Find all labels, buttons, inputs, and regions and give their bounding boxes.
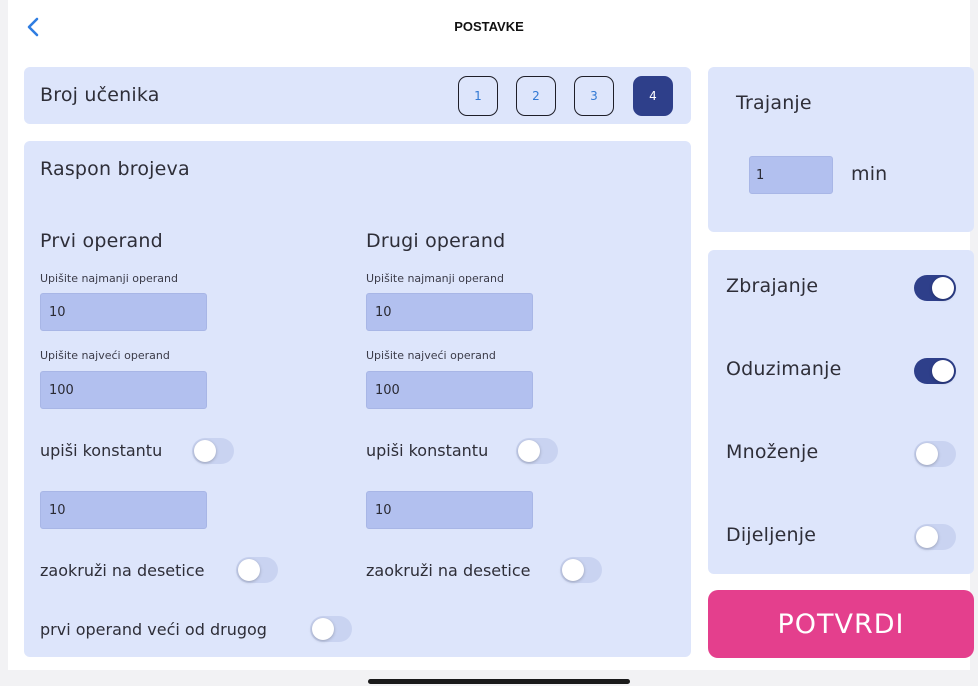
second-max-input[interactable] bbox=[366, 371, 533, 409]
first-min-label: Upišite najmanji operand bbox=[40, 272, 178, 285]
duration-unit: min bbox=[851, 163, 888, 185]
page-title: POSTAVKE bbox=[454, 19, 524, 34]
students-option-1[interactable]: 1 bbox=[458, 76, 498, 116]
first-greater-label: prvi operand veći od drugog bbox=[40, 620, 267, 639]
second-max-label: Upišite najveći operand bbox=[366, 349, 496, 362]
operation-label-multiplication: Množenje bbox=[726, 441, 819, 463]
first-constant-label: upiši konstantu bbox=[40, 441, 163, 460]
students-option-4[interactable]: 4 bbox=[633, 76, 673, 116]
duration-input[interactable] bbox=[749, 156, 833, 194]
students-panel: Broj učenika 1 2 3 4 bbox=[24, 67, 691, 124]
range-title: Raspon brojeva bbox=[40, 158, 190, 180]
confirm-button[interactable]: POTVRDI bbox=[708, 590, 974, 658]
second-min-label: Upišite najmanji operand bbox=[366, 272, 504, 285]
first-greater-toggle[interactable] bbox=[310, 616, 352, 642]
subtraction-toggle[interactable] bbox=[914, 358, 956, 384]
first-max-label: Upišite najveći operand bbox=[40, 349, 170, 362]
second-constant-toggle[interactable] bbox=[516, 438, 558, 464]
first-min-input[interactable] bbox=[40, 293, 207, 331]
students-option-3[interactable]: 3 bbox=[574, 76, 614, 116]
home-indicator bbox=[368, 679, 630, 684]
second-min-input[interactable] bbox=[366, 293, 533, 331]
second-round-label: zaokruži na desetice bbox=[366, 561, 531, 580]
first-round-label: zaokruži na desetice bbox=[40, 561, 205, 580]
students-label: Broj učenika bbox=[40, 84, 160, 106]
division-toggle[interactable] bbox=[914, 524, 956, 550]
first-max-input[interactable] bbox=[40, 371, 207, 409]
multiplication-toggle[interactable] bbox=[914, 441, 956, 467]
second-constant-input[interactable] bbox=[366, 491, 533, 529]
top-bar: POSTAVKE bbox=[8, 0, 970, 56]
second-operand-title: Drugi operand bbox=[366, 230, 506, 252]
range-panel: Raspon brojeva Prvi operand Upišite najm… bbox=[24, 141, 691, 657]
second-round-toggle[interactable] bbox=[560, 557, 602, 583]
first-constant-input[interactable] bbox=[40, 491, 207, 529]
first-constant-toggle[interactable] bbox=[192, 438, 234, 464]
operation-label-division: Dijeljenje bbox=[726, 524, 817, 546]
second-constant-label: upiši konstantu bbox=[366, 441, 489, 460]
addition-toggle[interactable] bbox=[914, 275, 956, 301]
first-operand-title: Prvi operand bbox=[40, 230, 163, 252]
operations-panel: Zbrajanje Oduzimanje Množenje Dijeljenje bbox=[708, 250, 974, 574]
first-round-toggle[interactable] bbox=[236, 557, 278, 583]
duration-title: Trajanje bbox=[736, 92, 812, 114]
duration-panel: Trajanje min bbox=[708, 67, 974, 232]
operation-label-addition: Zbrajanje bbox=[726, 275, 819, 297]
operation-label-subtraction: Oduzimanje bbox=[726, 358, 842, 380]
students-option-2[interactable]: 2 bbox=[516, 76, 556, 116]
